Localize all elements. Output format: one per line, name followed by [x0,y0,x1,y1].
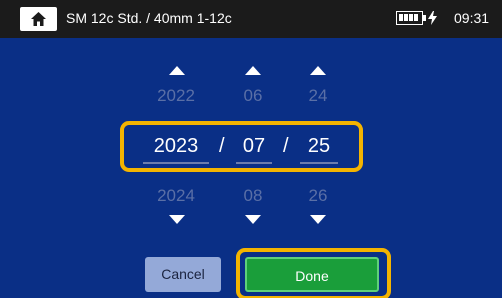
day-down-arrow-icon[interactable] [310,215,326,224]
day-next-value: 26 [308,186,328,205]
month-prev-value: 06 [243,86,263,105]
year-prev-value: 2022 [157,86,195,105]
header-title: SM 12c Std. / 40mm 1-12c [66,10,232,26]
status-header: SM 12c Std. / 40mm 1-12c 09:31 [0,0,502,38]
year-next-value: 2024 [157,186,195,205]
date-setting-screen: SM 12c Std. / 40mm 1-12c 09:31 2022 06 2… [0,0,502,298]
home-icon [31,12,46,26]
month-next-value: 08 [243,186,263,205]
year-up-arrow-icon[interactable] [169,66,185,75]
cancel-button[interactable]: Cancel [145,257,221,292]
clock-time: 09:31 [454,10,490,26]
day-prev-value: 24 [308,86,328,105]
home-button[interactable] [20,7,57,31]
month-down-arrow-icon[interactable] [245,215,261,224]
battery-charging-icon [396,9,438,27]
day-up-arrow-icon[interactable] [310,66,326,75]
year-down-arrow-icon[interactable] [169,215,185,224]
date-highlight-frame [120,121,363,172]
month-up-arrow-icon[interactable] [245,66,261,75]
done-highlight-frame [236,248,391,298]
